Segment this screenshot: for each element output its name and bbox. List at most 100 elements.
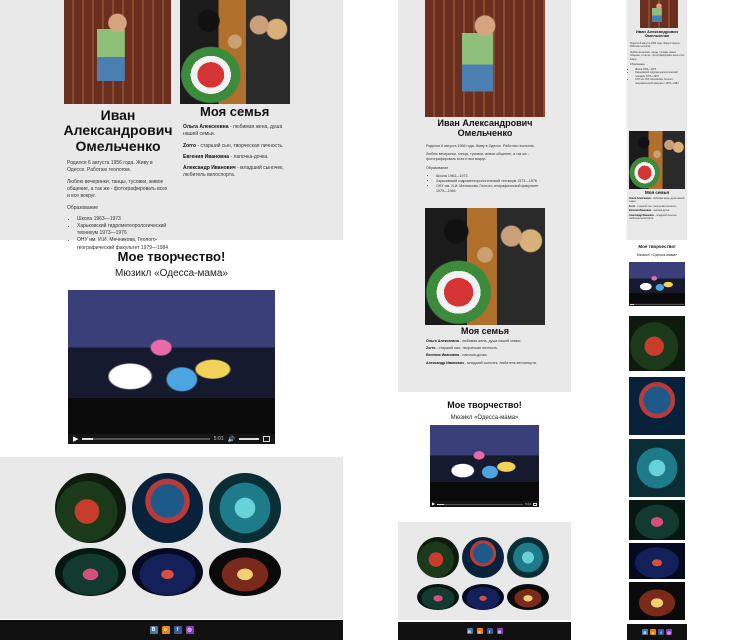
family-member: Александр Иванович - младший сыночек, лю…: [183, 165, 284, 179]
family-photo: [425, 208, 545, 325]
video-player[interactable]: [629, 262, 685, 306]
family-member: Александр Иванович - младший сыночек, лю…: [426, 360, 537, 365]
ok-icon[interactable]: о: [650, 629, 656, 635]
video-progress-bar[interactable]: [82, 438, 210, 440]
musical-subtitle: Мюзикл «Одесса-мама»: [115, 268, 228, 279]
education-list: Школа 1963—1973 Харьковский гидрометеоро…: [630, 68, 685, 85]
education-item: ОНУ им. И.И. Мечникова, Геолого-географи…: [635, 78, 685, 85]
instagram-icon[interactable]: ◎: [666, 629, 672, 635]
family-list: Ольга Алексеевна - любимая жена, душа на…: [629, 197, 685, 221]
ok-icon[interactable]: о: [476, 628, 483, 634]
bio-line-1: Родился 6 августа 1956 года. Живу в Одес…: [630, 42, 681, 49]
gallery-photo[interactable]: [462, 537, 504, 578]
gallery-photo[interactable]: [629, 316, 685, 371]
bio-line-2: Люблю вечеринки, танцы, тусовки, живое о…: [67, 178, 168, 200]
gallery-photo[interactable]: [629, 582, 685, 620]
gallery-photo[interactable]: [209, 473, 281, 543]
profile-name: Иван Александрович Омельченко: [437, 118, 533, 138]
gallery-photo[interactable]: [629, 377, 685, 435]
video-progress-fill: [630, 304, 635, 305]
video-frame: [68, 290, 275, 434]
creativity-title: Мое творчество!: [638, 244, 676, 249]
creativity-title: Мое творчество!: [447, 400, 522, 410]
ok-icon[interactable]: о: [161, 626, 170, 634]
family-member: Zorro - старший сын, творческая личность…: [629, 204, 678, 208]
bio-line-1: Родился 6 августа 1956 года. Живу в Одес…: [426, 144, 535, 148]
video-controls: ▶ 5:01: [430, 501, 539, 507]
gallery-photo[interactable]: [507, 537, 549, 578]
family-title: Моя семья: [645, 190, 669, 195]
vk-icon[interactable]: В: [466, 628, 473, 634]
video-time: 5:01: [213, 436, 224, 442]
education-label: Образование: [426, 165, 449, 170]
musical-subtitle: Мюзикл «Одесса-мама»: [450, 415, 519, 421]
video-progress-fill: [82, 438, 93, 440]
education-label: Образование: [67, 205, 98, 212]
family-title: Моя семья: [461, 326, 509, 336]
family-member: Ольга Алексеевна - любимая жена, душа на…: [183, 124, 283, 138]
vk-icon[interactable]: В: [642, 629, 648, 635]
family-member: Александр Иванович - младший сыночек, лю…: [629, 213, 678, 221]
gallery-photo[interactable]: [629, 439, 685, 497]
education-list: Школа 1963—1973 Харьковский гидрометеоро…: [426, 174, 544, 195]
video-frame: [629, 262, 685, 303]
family-member: Zorro - старший сын, творческая личность…: [183, 142, 284, 149]
family-member: Zorro - старший сын, творческая личность…: [426, 346, 499, 351]
family-member: Ольга Алексеевна - любимая жена, душа на…: [426, 339, 522, 343]
gallery-photo[interactable]: [417, 584, 459, 610]
gallery-photo[interactable]: [507, 584, 549, 610]
family-member: Ольга Алексеевна - любимая жена, душа на…: [629, 197, 685, 204]
play-icon[interactable]: ▶: [432, 502, 435, 506]
vk-icon[interactable]: В: [149, 626, 158, 634]
tablet-footer: В о f ◎: [398, 622, 571, 640]
mobile-footer: В о f ◎: [627, 624, 687, 640]
family-member: Евгения Ивановна - лапочка-дочка.: [426, 353, 488, 358]
gallery-photo[interactable]: [629, 543, 685, 579]
family-photo: [629, 131, 685, 189]
facebook-icon[interactable]: f: [486, 628, 493, 634]
video-progress-bar[interactable]: [437, 503, 524, 505]
facebook-icon[interactable]: f: [658, 629, 664, 635]
gallery-photo[interactable]: [629, 500, 685, 540]
musical-subtitle: Мюзикл «Одесса-мама»: [636, 253, 678, 257]
fullscreen-icon[interactable]: [263, 436, 270, 442]
education-item: Харьковский гидрометеорологический техни…: [635, 71, 685, 78]
gallery-photo[interactable]: [132, 548, 203, 596]
facebook-icon[interactable]: f: [173, 626, 182, 634]
education-label: Образование: [630, 63, 645, 67]
gallery-photo[interactable]: [417, 537, 459, 578]
fullscreen-icon[interactable]: [533, 502, 537, 506]
gallery-photo[interactable]: [462, 584, 504, 610]
instagram-icon[interactable]: ◎: [185, 626, 194, 634]
video-controls: [629, 303, 685, 306]
gallery-photo[interactable]: [132, 473, 203, 543]
family-member: Евгения Ивановна - лапочка-дочка.: [629, 209, 670, 213]
video-player[interactable]: ▶ 5:01 🔊: [68, 290, 275, 444]
video-progress-bar[interactable]: [630, 304, 684, 305]
video-progress-fill: [437, 503, 444, 505]
gallery-photo[interactable]: [55, 548, 126, 596]
education-item: Школа 1963—1973: [77, 216, 171, 223]
family-list: Ольга Алексеевна - любимая жена, душа на…: [183, 124, 293, 180]
play-icon[interactable]: ▶: [73, 436, 78, 443]
volume-icon[interactable]: 🔊: [228, 436, 235, 443]
volume-slider[interactable]: [239, 438, 259, 440]
profile-photo: [640, 0, 678, 28]
creativity-title: Мое творчество!: [117, 249, 226, 264]
bio-line-1: Родился 6 августа 1956 года. Живу в Одес…: [67, 160, 153, 174]
instagram-icon[interactable]: ◎: [496, 628, 503, 634]
profile-bio: Родился 6 августа 1956 года. Живу в Одес…: [67, 160, 171, 252]
education-item: Харьковский гидрометеорологический техни…: [77, 223, 171, 238]
family-member: Евгения Ивановна - лапочка-дочка.: [183, 153, 269, 160]
gallery-photo[interactable]: [55, 473, 126, 543]
family-list: Ольга Алексеевна - любимая жена, душа на…: [426, 339, 546, 366]
video-player[interactable]: ▶ 5:01: [430, 425, 539, 507]
profile-bio: Родился 6 августа 1956 года. Живу в Одес…: [630, 42, 685, 85]
video-frame: [430, 425, 539, 501]
video-time: 5:01: [525, 502, 531, 506]
profile-photo: [64, 0, 171, 104]
gallery-photo[interactable]: [209, 548, 281, 596]
profile-bio: Родился 6 августа 1956 года. Живу в Одес…: [426, 144, 544, 195]
profile-photo: [425, 0, 545, 117]
bio-line-2: Люблю вечеринки, танцы, тусовки, живое о…: [630, 50, 685, 61]
